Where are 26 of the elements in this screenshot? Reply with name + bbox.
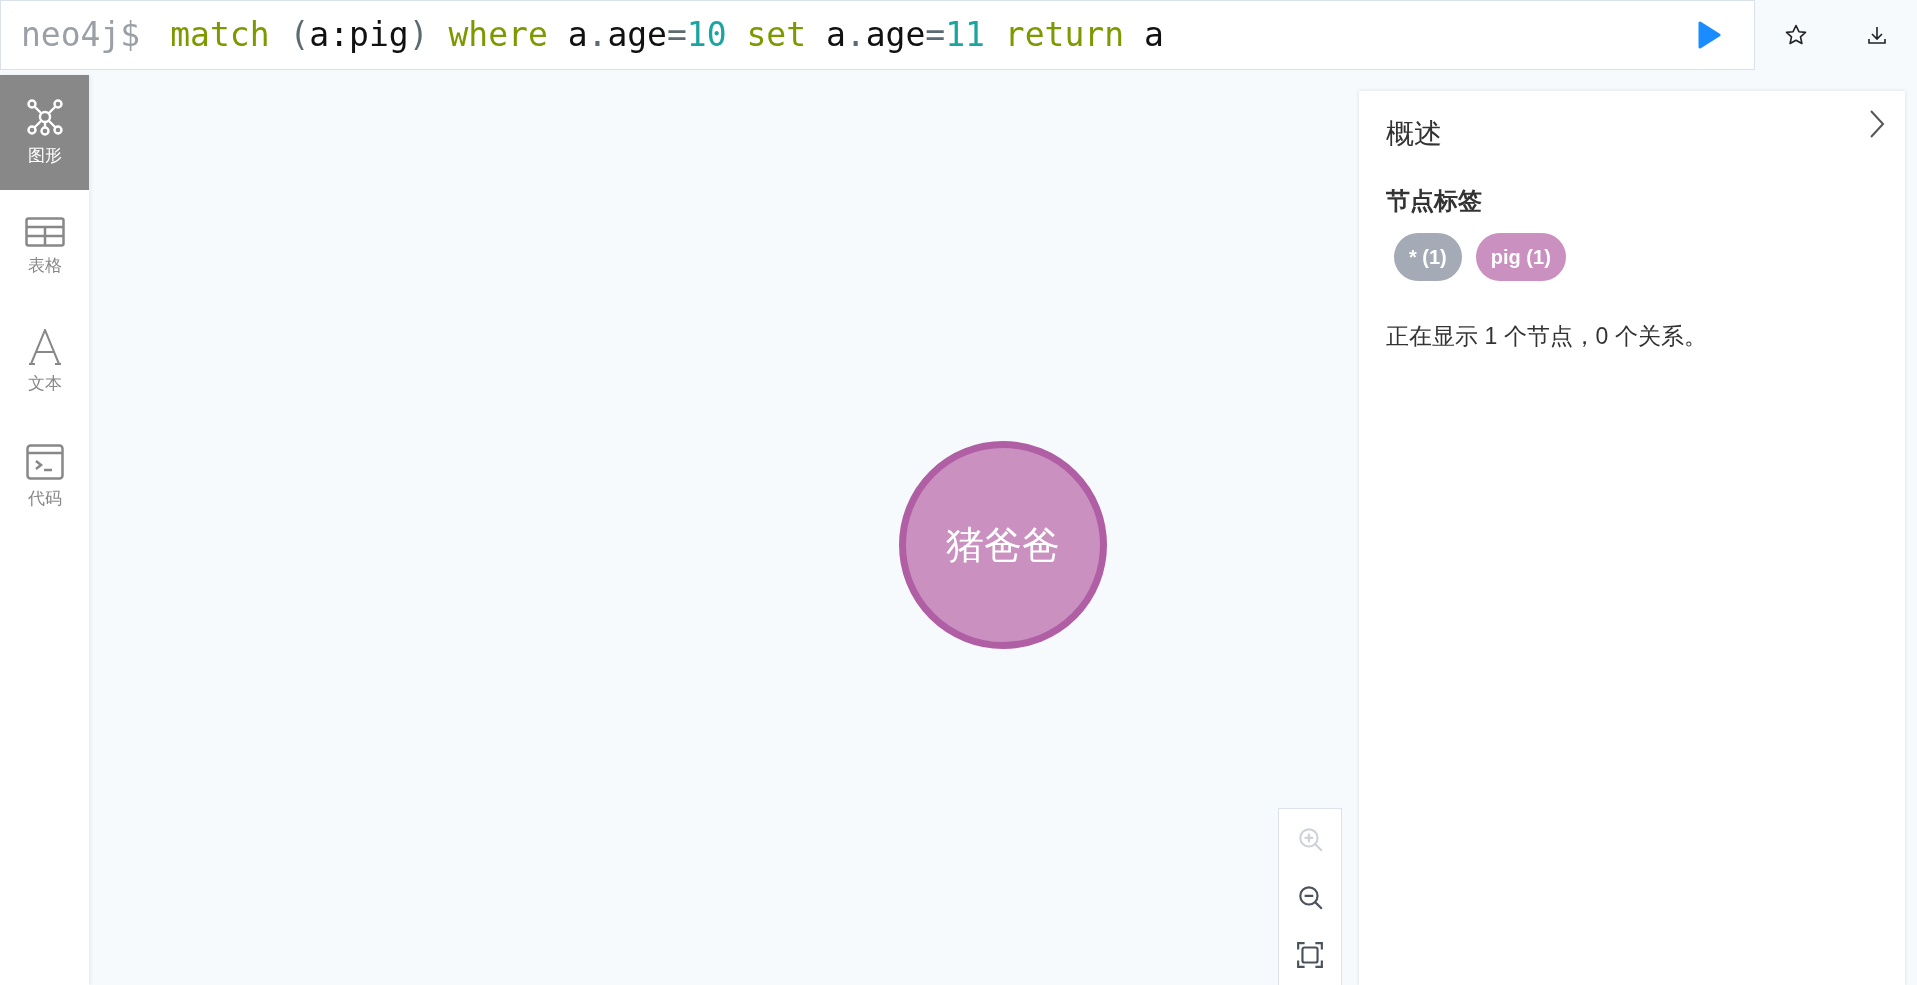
query-input[interactable]: match (a:pig) where a.age=10 set a.age=11 return a xyxy=(170,10,1694,60)
download-icon xyxy=(1866,24,1888,46)
label-tag[interactable]: pig (1) xyxy=(1475,233,1566,281)
sidebar-tab[interactable]: 表格 xyxy=(0,190,89,305)
star-icon xyxy=(1784,23,1808,47)
terminal-icon xyxy=(25,443,64,480)
label-tag[interactable]: * (1) xyxy=(1394,233,1462,281)
fit-screen-icon xyxy=(1296,941,1324,969)
graph-icon xyxy=(24,96,65,137)
play-icon xyxy=(1697,21,1721,49)
text-icon xyxy=(27,328,62,365)
editor-prompt: neo4j$ xyxy=(21,14,141,57)
graph-node[interactable]: 猪爸爸 xyxy=(899,441,1107,649)
sidebar-tab[interactable]: 图形 xyxy=(0,75,89,190)
summary-text: 正在显示 1 个节点，0 个关系。 xyxy=(1386,322,1708,351)
sidebar-tab[interactable]: 文本 xyxy=(0,305,89,420)
collapse-button[interactable] xyxy=(1869,109,1885,139)
zoom-out-button[interactable] xyxy=(1296,883,1324,911)
zoom-out-icon xyxy=(1296,883,1324,911)
section-heading: 节点标签 xyxy=(1386,186,1483,216)
chevron-right-icon xyxy=(1869,109,1885,139)
fit-button[interactable] xyxy=(1296,941,1324,969)
panel-title: 概述 xyxy=(1386,117,1443,151)
table-icon xyxy=(24,216,65,247)
sidebar-tab[interactable]: 代码 xyxy=(0,420,89,535)
zoom-in-icon xyxy=(1296,825,1324,853)
